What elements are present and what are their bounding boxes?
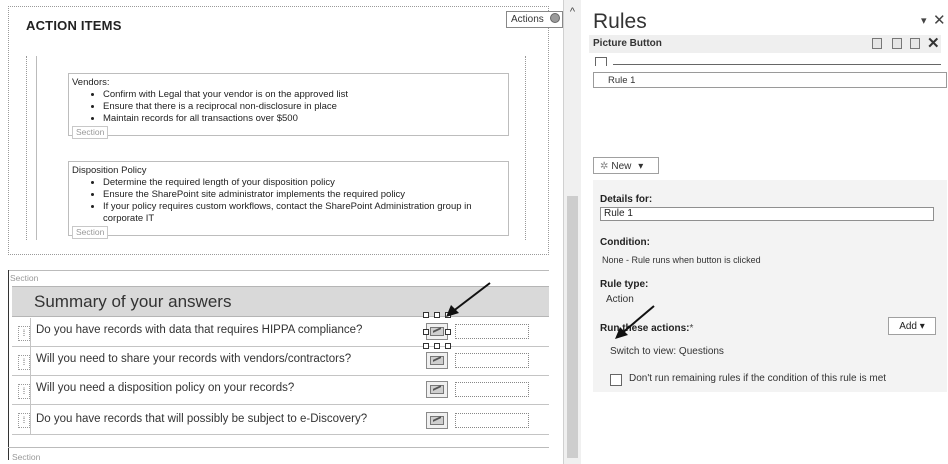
question-row[interactable]: ⁞ Will you need to share your records wi… — [12, 347, 549, 376]
selection-handle[interactable] — [445, 329, 451, 335]
answer-field[interactable] — [455, 413, 529, 428]
vertical-scrollbar[interactable]: ^ — [563, 0, 581, 464]
add-action-button[interactable]: Add ▾ — [888, 317, 936, 335]
action-items-title: ACTION ITEMS — [26, 18, 122, 33]
row-handle-icon[interactable]: ⁞ — [18, 326, 30, 341]
row-handle-icon[interactable]: ⁞ — [18, 355, 30, 370]
disposition-section[interactable]: Disposition Policy Determine the require… — [68, 161, 509, 236]
vendors-bullet: Maintain records for all transactions ov… — [103, 113, 508, 125]
picture-icon — [430, 416, 444, 425]
new-rule-button[interactable]: ✲ New ▾ — [593, 157, 659, 174]
disposition-section-tag[interactable]: Section — [72, 226, 109, 239]
disposition-bullet: Determine the required length of your di… — [103, 177, 508, 189]
condition-link[interactable]: None - Rule runs when button is clicked — [602, 255, 761, 265]
rule-item-label: Rule 1 — [608, 75, 636, 86]
question-text: Do you have records with data that requi… — [36, 324, 363, 336]
row-separator — [30, 405, 32, 434]
question-row[interactable]: ⁞ Do you have records with data that req… — [12, 312, 549, 349]
form-design-canvas[interactable]: ACTION ITEMS Actions Vendors: Confirm wi… — [0, 0, 563, 464]
vendors-heading: Vendors: — [72, 77, 110, 88]
action-item[interactable]: Switch to view: Questions — [610, 346, 724, 357]
question-row[interactable]: ⁞ Will you need a disposition policy on … — [12, 376, 549, 405]
question-text: Do you have records that will possibly b… — [36, 413, 368, 425]
rule-details-panel: Details for: Condition: None - Rule runs… — [593, 180, 947, 392]
rule-list-item[interactable]: Rule 1 — [593, 72, 947, 88]
reorder-rules-icon[interactable] — [595, 57, 607, 66]
answer-field[interactable] — [455, 353, 529, 368]
answer-field[interactable] — [455, 324, 529, 339]
close-pane-icon[interactable]: ✕ — [933, 11, 946, 29]
rules-pane-title: Rules — [593, 10, 647, 33]
question-text: Will you need a disposition policy on yo… — [36, 382, 295, 394]
selection-handle[interactable] — [423, 312, 429, 318]
stop-rules-checkbox[interactable] — [610, 374, 622, 386]
actions-tag-label: Actions — [511, 14, 544, 25]
vendors-section[interactable]: Vendors: Confirm with Legal that your ve… — [68, 73, 509, 136]
annotation-arrow-icon — [446, 282, 491, 317]
gear-icon[interactable] — [549, 13, 560, 23]
picture-icon — [430, 385, 444, 394]
row-handle-icon[interactable]: ⁞ — [18, 384, 30, 399]
picture-button[interactable] — [426, 381, 448, 398]
annotation-arrow-icon — [615, 305, 655, 339]
disposition-heading: Disposition Policy — [72, 165, 147, 176]
actions-section-tag[interactable]: Actions — [506, 11, 563, 28]
details-for-label: Details for: — [600, 194, 653, 205]
vendors-section-tag[interactable]: Section — [72, 126, 109, 139]
rule-type-label: Rule type: — [600, 279, 649, 290]
inner-section-border — [36, 56, 38, 240]
chevron-down-icon: ▾ — [638, 161, 644, 172]
condition-label: Condition: — [600, 237, 650, 248]
vendors-bullet: Confirm with Legal that your vendor is o… — [103, 89, 508, 101]
rules-divider — [613, 64, 941, 65]
new-button-label: New — [611, 161, 632, 172]
picture-button[interactable] — [426, 352, 448, 369]
bottom-section[interactable]: Section — [8, 447, 549, 462]
section-strip-label: Section — [10, 273, 39, 283]
summary-title: Summary of your answers — [34, 292, 232, 311]
vendors-bullet: Ensure that there is a reciprocal non-di… — [103, 101, 508, 113]
row-separator — [30, 347, 32, 375]
bottom-section-label: Section — [12, 452, 41, 462]
rules-pane: Rules ▾ ✕ Picture Button ✕ Rule 1 ✲ New ▾… — [581, 0, 948, 464]
picture-icon — [430, 356, 444, 365]
picture-button[interactable] — [426, 412, 448, 429]
chevron-down-icon: ▾ — [919, 321, 925, 332]
question-text: Will you need to share your records with… — [36, 353, 352, 365]
copy-all-rules-icon[interactable] — [892, 38, 902, 49]
add-button-label: Add — [899, 321, 917, 332]
selected-control-name: Picture Button — [593, 38, 662, 49]
scrollbar-thumb[interactable] — [567, 196, 578, 458]
question-row[interactable]: ⁞ Do you have records that will possibly… — [12, 405, 549, 435]
rule-name-input[interactable] — [600, 207, 934, 221]
row-separator — [30, 318, 32, 346]
delete-rule-icon[interactable]: ✕ — [927, 34, 940, 52]
scroll-up-icon[interactable]: ^ — [564, 6, 581, 26]
required-mark: * — [689, 323, 694, 334]
new-star-icon: ✲ — [600, 161, 609, 172]
answer-field[interactable] — [455, 382, 529, 397]
paste-rule-icon[interactable] — [910, 38, 920, 49]
copy-rule-icon[interactable] — [872, 38, 882, 49]
disposition-bullet: If your policy requires custom workflows… — [103, 201, 508, 225]
disposition-bullet: Ensure the SharePoint site administrator… — [103, 189, 508, 201]
control-toolbar: Picture Button ✕ — [589, 35, 941, 53]
selection-handle[interactable] — [423, 329, 429, 335]
picture-icon — [430, 327, 444, 336]
row-handle-icon[interactable]: ⁞ — [18, 413, 30, 428]
row-separator — [30, 376, 32, 404]
stop-rules-label: Don't run remaining rules if the conditi… — [629, 373, 887, 384]
pane-options-icon[interactable]: ▾ — [921, 14, 927, 27]
